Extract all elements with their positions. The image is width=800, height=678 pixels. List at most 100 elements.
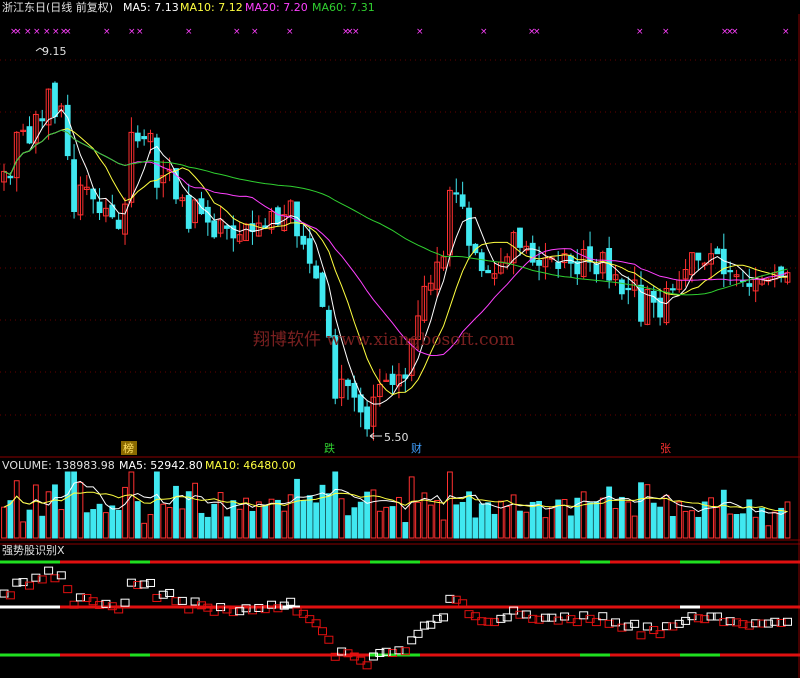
volume-bar-119 [759,507,765,539]
indicator-title: 强势股识别X [2,544,65,557]
volume-ma10-line [3,491,788,513]
volume-bar-18 [115,509,122,539]
candle-body-48 [306,238,313,264]
volume-bar-8 [52,484,58,539]
candle-body-56 [357,394,364,413]
volume-bar-69 [440,519,447,539]
event-cross-7: × [64,27,72,37]
candle-body-76 [485,269,492,274]
volume-bar-117 [746,499,753,539]
candle-body-92 [587,246,593,263]
ma10-line [3,128,788,396]
volume-bar-27 [173,485,179,539]
candle-body-87 [555,262,562,269]
volume-bar-75 [478,503,485,539]
volume-bar-48 [306,495,313,539]
moving-averages [3,108,788,405]
volume-bar-59 [376,510,383,539]
candle-body-105 [669,288,676,291]
candle-body-49 [313,265,320,279]
event-tag-4: 张 [660,442,671,455]
volume-bar-33 [211,503,218,539]
volume-bar-26 [166,507,173,539]
volume-bar-74 [472,517,479,539]
candle-body-112 [714,248,721,255]
ma10-readout: MA10: 7.12 [180,1,243,14]
candle-body-98 [625,287,632,291]
candle-body-29 [185,194,192,229]
candle-body-15 [96,201,103,214]
event-cross-26: × [731,27,739,37]
candle-body-93 [593,263,600,275]
volume-readout: VOLUME: 138983.98 [2,459,115,472]
candle-body-1 [7,175,14,179]
event-cross-19: × [480,27,488,37]
volume-bar-9 [58,509,65,539]
candle-body-50 [319,272,326,307]
low-arrow [369,432,382,440]
volume-bar-73 [466,491,472,539]
volume-bar-101 [644,484,651,539]
volume-bar-79 [504,506,511,539]
event-tag-1: 榜 [123,441,134,455]
event-cross-18: × [416,27,424,37]
event-cross-9: × [128,27,136,37]
volume-bar-120 [765,525,772,539]
volume-bar-17 [109,505,116,539]
event-cross-2: × [24,27,32,37]
volume-bar-99 [631,515,638,539]
volume-bar-35 [224,516,230,539]
volume-bar-49 [313,502,320,539]
ma60-readout: MA60: 7.31 [312,1,375,14]
volume-bar-16 [103,512,109,539]
candle-body-97 [618,279,625,295]
volume-bar-28 [179,508,186,539]
candle-body-43 [275,207,281,225]
indicator-step-65 [413,629,423,638]
volume-ma5-readout: MA5: 52942.80 [119,459,203,472]
volume-bar-95 [606,486,613,539]
volume-bar-92 [587,502,593,539]
indicator-step-51 [324,635,334,644]
candle-body-73 [466,207,472,246]
ma60-line [3,129,788,296]
volume-bar-122 [778,507,785,539]
price-candles [1,81,791,441]
volume-bar-94 [599,497,606,539]
candle-body-47 [300,235,307,245]
high-label: 9.15 [42,45,67,58]
volume-bar-7 [45,491,52,539]
indicator-step-7 [44,566,54,575]
volume-bar-108 [689,510,695,539]
volume-bar-14 [90,509,97,539]
volume-bar-98 [625,501,632,539]
volume-bar-5 [32,484,39,539]
volume-bar-110 [701,501,708,539]
candle-body-11 [71,159,77,212]
event-cross-1: × [14,27,22,37]
volume-bar-41 [262,504,269,539]
volume-bar-78 [497,500,504,539]
indicator-step-50 [318,627,327,636]
volume-bar-81 [517,510,523,539]
volume-bar-111 [708,497,714,539]
volume-bar-31 [198,512,205,539]
volume-bar-104 [663,494,670,539]
candle-body-72 [459,194,466,207]
volume-bar-47 [300,500,307,539]
event-cross-12: × [233,27,241,37]
event-cross-11: × [185,27,193,37]
volume-bar-24 [153,471,160,539]
volume-bar-106 [676,501,683,539]
candle-body-31 [198,198,205,215]
volume-bar-55 [351,507,358,539]
event-cross-14: × [286,27,294,37]
volume-bar-53 [338,498,345,539]
volume-bar-40 [255,501,262,539]
volume-bar-64 [408,476,415,539]
stock-title: 浙江东日(日线 前复权) [2,0,113,14]
event-tag-2: 跌 [324,441,335,455]
volume-bar-93 [593,501,600,539]
volume-bar-82 [523,511,530,539]
volume-bar-46 [294,478,300,539]
